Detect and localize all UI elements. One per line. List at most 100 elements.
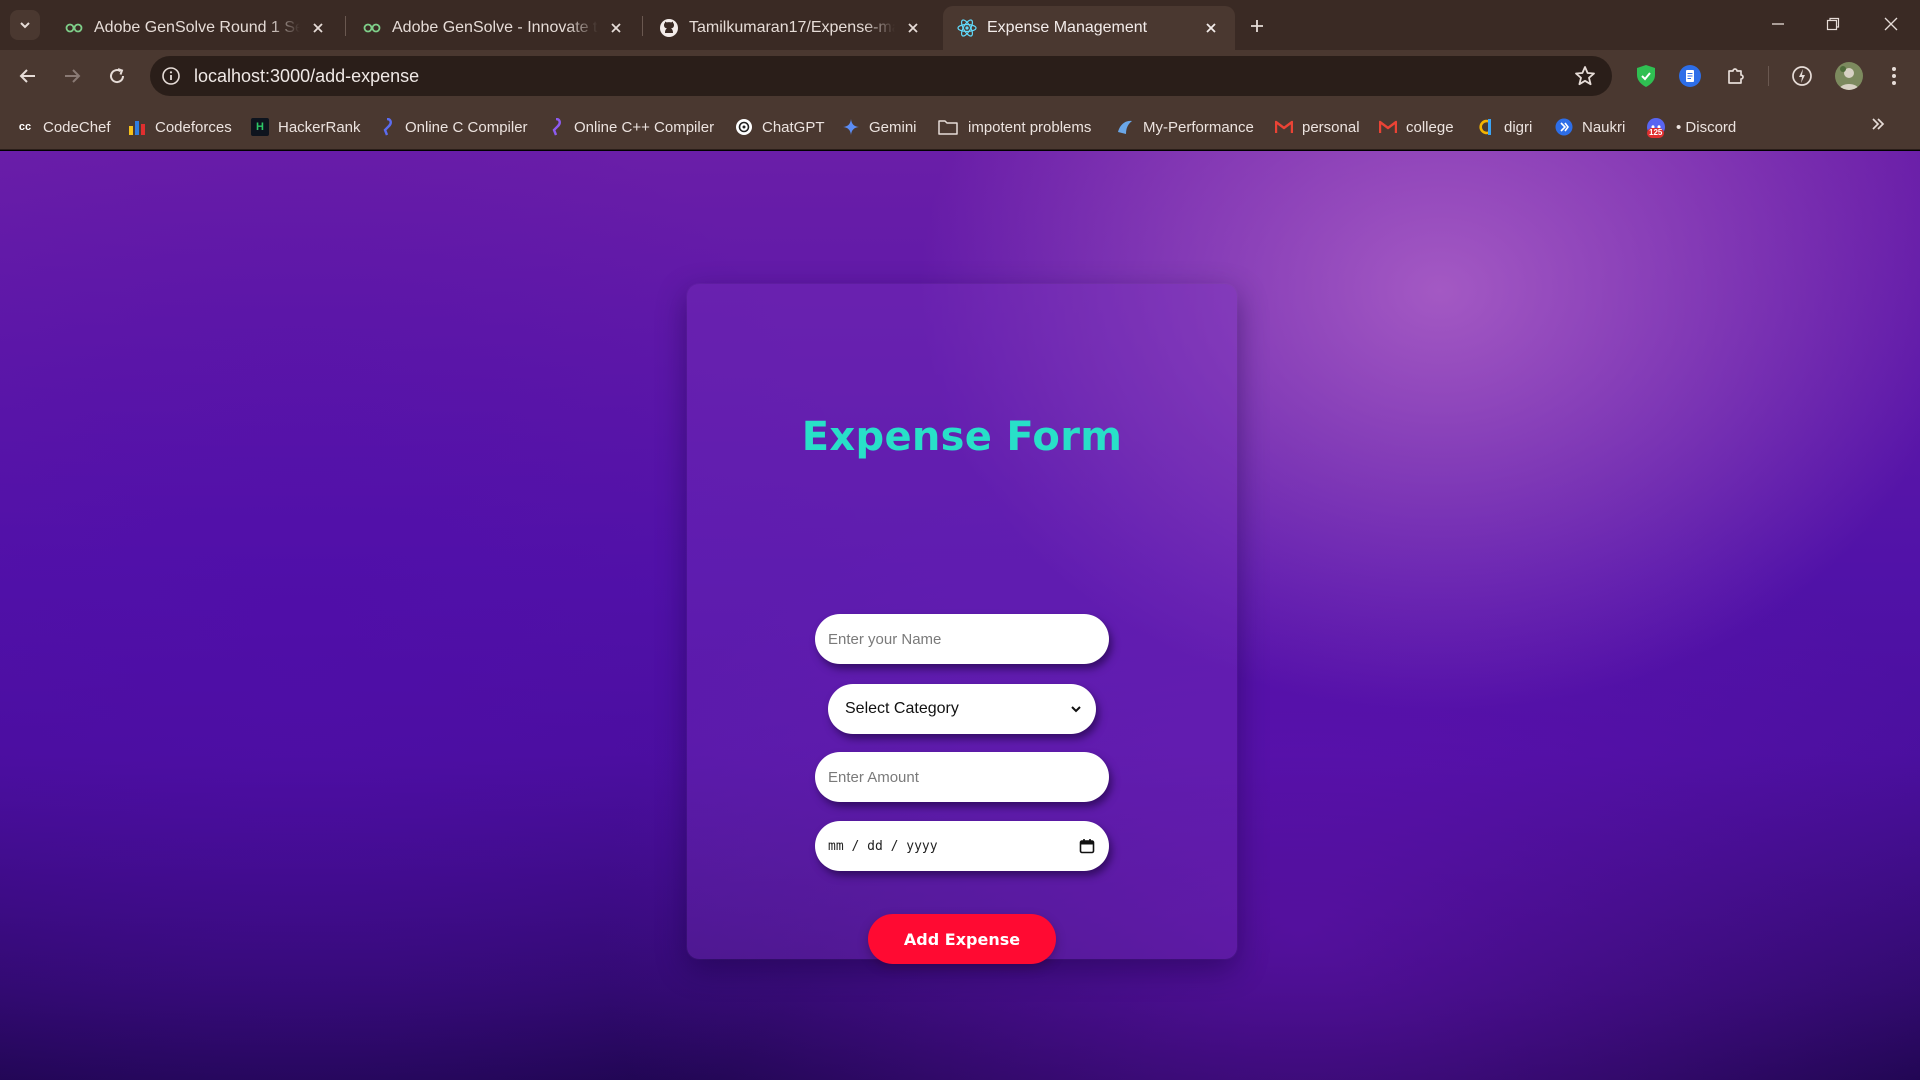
plus-icon: [1251, 20, 1263, 32]
site-info-icon[interactable]: [154, 59, 188, 93]
bookmark-label: Gemini: [869, 118, 917, 136]
bookmark-college[interactable]: college: [1379, 114, 1454, 140]
forward-button[interactable]: [56, 60, 88, 92]
page-background: Expense Form Select Category mm / dd / y…: [0, 151, 1920, 1080]
discord-icon: 125: [1645, 118, 1667, 138]
arrow-right-icon: [65, 69, 81, 83]
address-bar[interactable]: localhost:3000/add-expense: [150, 56, 1612, 96]
reload-icon: [110, 68, 125, 84]
gmail-icon: [1275, 118, 1293, 136]
restore-icon: [1826, 17, 1840, 31]
arrow-left-icon: [19, 69, 35, 83]
performance-icon[interactable]: [1790, 64, 1814, 88]
bookmark-my-performance[interactable]: My-Performance: [1116, 114, 1254, 140]
bookmark-label: impotent problems: [968, 118, 1092, 136]
bookmark-codechef[interactable]: cc CodeChef: [16, 114, 111, 140]
performance-icon: [1116, 118, 1134, 136]
tab-title: Adobe GenSolve Round 1 Set C: [94, 19, 300, 36]
tab-separator: [345, 16, 346, 36]
close-icon[interactable]: [903, 18, 923, 38]
close-icon[interactable]: [308, 18, 328, 38]
new-tab-button[interactable]: [1243, 12, 1271, 40]
profile-avatar[interactable]: [1835, 62, 1863, 90]
gemini-icon: [842, 118, 860, 136]
browser-toolbar: localhost:3000/add-expense: [0, 50, 1920, 102]
bookmark-naukri[interactable]: Naukri: [1555, 114, 1625, 140]
adobe-gensolve-icon: [64, 18, 84, 38]
tab-title: Adobe GenSolve - Innovate to b: [392, 19, 598, 36]
amount-input[interactable]: [815, 752, 1109, 802]
bookmark-label: CodeChef: [43, 118, 111, 136]
gmail-icon: [1379, 118, 1397, 136]
bookmark-online-c-compiler[interactable]: Online C Compiler: [378, 114, 528, 140]
hackerrank-icon: H: [251, 118, 269, 136]
url-text[interactable]: localhost:3000/add-expense: [194, 66, 419, 87]
bookmark-digri[interactable]: digri: [1477, 114, 1532, 140]
naukri-icon: [1555, 118, 1573, 136]
tab-expense-management[interactable]: Expense Management: [943, 6, 1235, 50]
chevron-down-icon: [20, 22, 30, 29]
compiler-icon: [378, 118, 396, 136]
bookmark-chatgpt[interactable]: ChatGPT: [735, 114, 825, 140]
bookmark-gemini[interactable]: Gemini: [842, 114, 917, 140]
close-window-button[interactable]: [1871, 8, 1911, 40]
bookmark-label: HackerRank: [278, 118, 361, 136]
minimize-icon: [1772, 23, 1784, 25]
bookmark-codeforces[interactable]: Codeforces: [128, 114, 232, 140]
close-icon[interactable]: [606, 18, 626, 38]
date-input[interactable]: mm / dd / yyyy: [815, 821, 1109, 871]
react-icon: [957, 18, 977, 38]
bookmark-folder-impotent-problems[interactable]: impotent problems: [937, 114, 1091, 140]
close-icon: [1884, 17, 1898, 31]
menu-kebab-icon[interactable]: [1882, 64, 1906, 88]
chatgpt-icon: [735, 118, 753, 136]
bookmark-label: personal: [1302, 118, 1360, 136]
category-select[interactable]: Select Category: [828, 684, 1096, 734]
tab-strip: Adobe GenSolve Round 1 Set C Adobe GenSo…: [0, 0, 1920, 50]
document-extension-icon[interactable]: [1678, 64, 1702, 88]
add-expense-button[interactable]: Add Expense: [868, 914, 1056, 964]
adobe-gensolve-icon: [362, 18, 382, 38]
date-placeholder: mm / dd / yyyy: [828, 838, 938, 854]
bookmark-label: digri: [1504, 118, 1533, 136]
notification-badge: 125: [1647, 128, 1665, 138]
bookmark-label: Online C++ Compiler: [574, 118, 715, 136]
reload-button[interactable]: [101, 60, 133, 92]
bookmark-label: college: [1406, 118, 1454, 136]
restore-button[interactable]: [1813, 8, 1853, 40]
close-icon[interactable]: [1201, 18, 1221, 38]
tab-title: Expense Management: [987, 19, 1148, 36]
shield-extension-icon[interactable]: [1634, 64, 1658, 88]
codechef-icon: cc: [18, 121, 32, 133]
calendar-icon[interactable]: [1079, 838, 1095, 854]
toolbar-separator: [1768, 66, 1769, 86]
extensions-puzzle-icon[interactable]: [1724, 64, 1748, 88]
bookmark-personal[interactable]: personal: [1275, 114, 1360, 140]
bookmark-hackerrank[interactable]: H HackerRank: [251, 114, 361, 140]
tab-adobe-gensolve-innovate[interactable]: Adobe GenSolve - Innovate to b: [348, 6, 640, 50]
tab-title: Tamilkumaran17/Expense-mana: [689, 19, 895, 36]
name-input[interactable]: [815, 614, 1109, 664]
tab-adobe-gensolve-round1[interactable]: Adobe GenSolve Round 1 Set C: [50, 6, 342, 50]
double-chevron-right-icon: [1872, 118, 1885, 130]
bookmarks-bar: cc CodeChef Codeforces H HackerRank Onli…: [0, 102, 1920, 150]
bookmark-label: • Discord: [1676, 118, 1737, 136]
category-selected-value: Select Category: [845, 700, 959, 717]
bookmark-star-icon[interactable]: [1574, 65, 1596, 87]
form-title: Expense Form: [801, 414, 1123, 460]
minimize-button[interactable]: [1758, 8, 1798, 40]
codeforces-icon: [128, 118, 146, 136]
bookmark-label: Codeforces: [155, 118, 232, 136]
bookmark-label: My-Performance: [1143, 118, 1254, 136]
back-button[interactable]: [12, 60, 44, 92]
tab-separator: [642, 16, 643, 36]
compiler-icon: [547, 118, 565, 136]
bookmark-discord[interactable]: 125 • Discord: [1645, 114, 1736, 140]
tab-search-button[interactable]: [10, 10, 40, 40]
bookmark-label: Online C Compiler: [405, 118, 528, 136]
tab-github-expense[interactable]: Tamilkumaran17/Expense-mana: [645, 6, 937, 50]
more-bookmarks-button[interactable]: [1870, 116, 1886, 137]
folder-icon: [937, 118, 959, 136]
bookmark-label: Naukri: [1582, 118, 1626, 136]
bookmark-online-cpp-compiler[interactable]: Online C++ Compiler: [547, 114, 714, 140]
